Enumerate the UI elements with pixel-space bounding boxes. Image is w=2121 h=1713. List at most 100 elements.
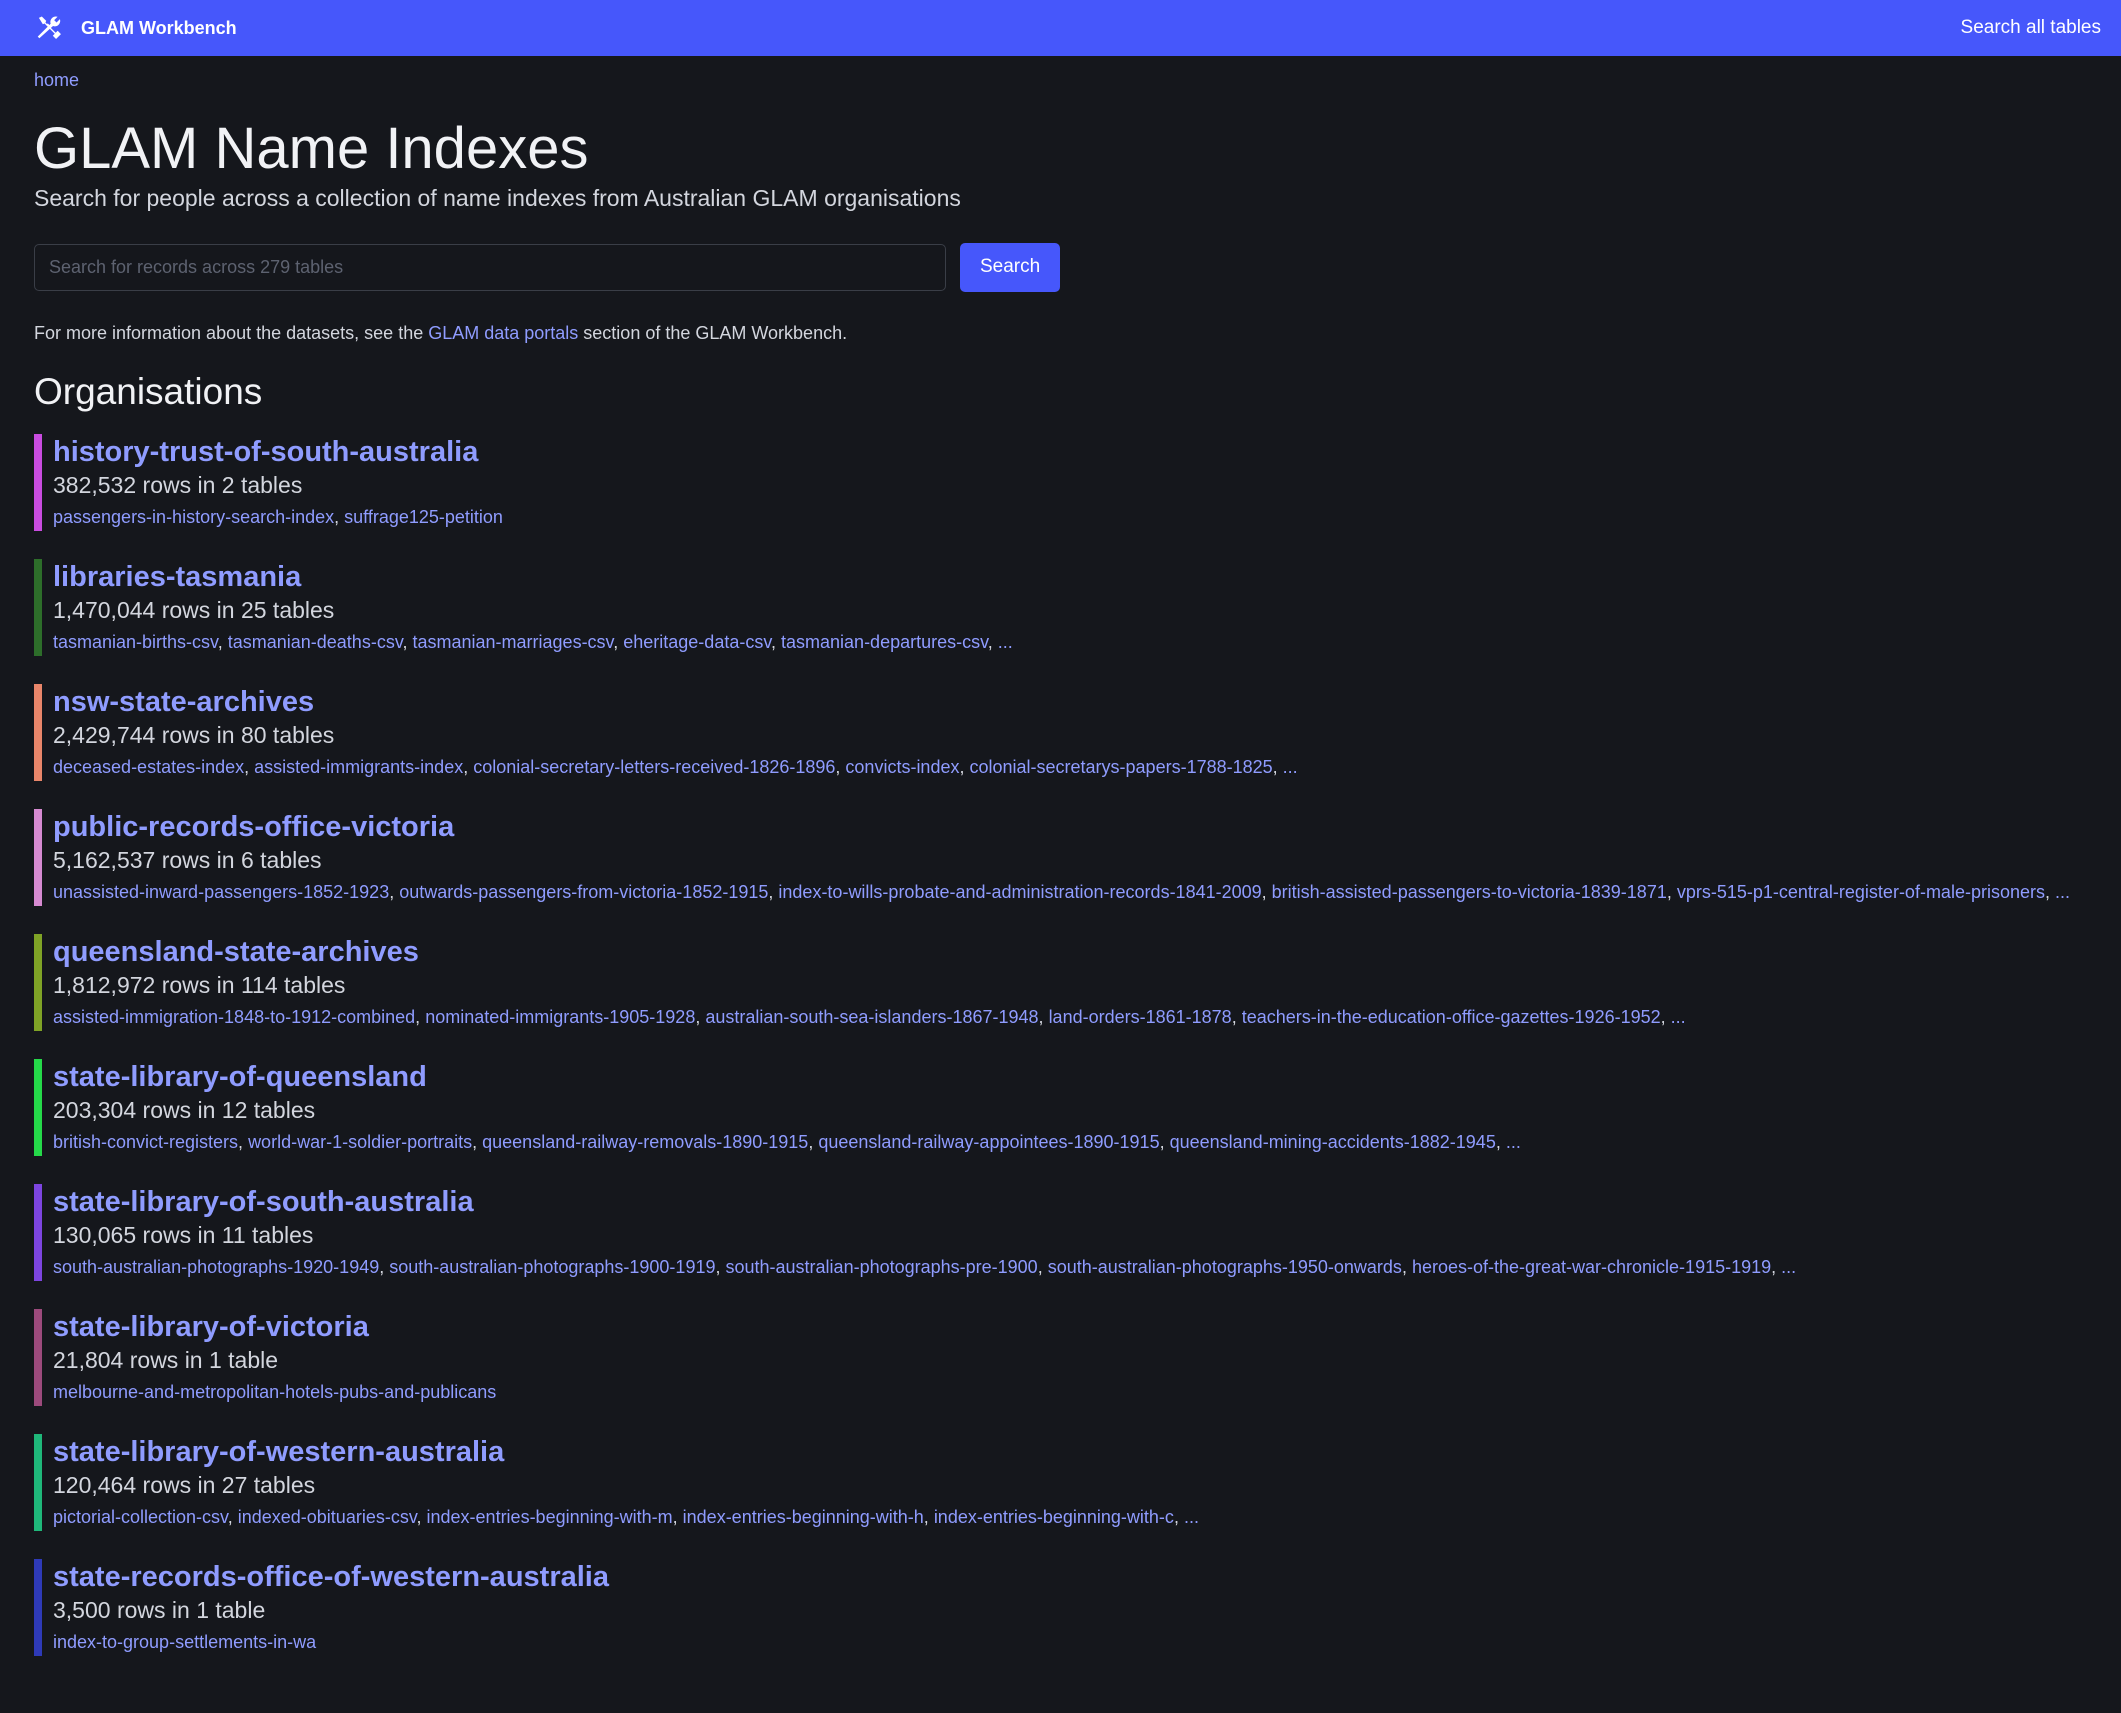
table-link[interactable]: british-assisted-passengers-to-victoria-… (1272, 882, 1667, 902)
organisation-row-count: 203,304 rows in 12 tables (53, 1096, 316, 1123)
more-tables-link[interactable]: ... (1283, 757, 1298, 777)
page-subtitle: Search for people across a collection of… (34, 184, 961, 211)
table-link[interactable]: index-to-wills-probate-and-administratio… (778, 882, 1261, 902)
organisation-row-count: 130,065 rows in 11 tables (53, 1221, 314, 1248)
table-link[interactable]: heroes-of-the-great-war-chronicle-1915-1… (1412, 1257, 1771, 1277)
table-link[interactable]: tasmanian-departures-csv (781, 632, 988, 652)
table-link[interactable]: index-entries-beginning-with-c (934, 1507, 1174, 1527)
table-link[interactable]: indexed-obituaries-csv (238, 1507, 417, 1527)
organisation-row-count: 2,429,744 rows in 80 tables (53, 721, 335, 748)
search-form: Search (34, 242, 2087, 292)
organisation-name-link[interactable]: nsw-state-archives (53, 684, 314, 720)
organisation-item: history-trust-of-south-australia 382,532 … (34, 433, 2087, 531)
table-link[interactable]: south-australian-photographs-1920-1949 (53, 1257, 379, 1277)
organisation-item: state-library-of-queensland 203,304 rows … (34, 1058, 2087, 1156)
table-link[interactable]: land-orders-1861-1878 (1049, 1007, 1232, 1027)
organisation-row-count: 21,804 rows in 1 table (53, 1346, 279, 1373)
table-link[interactable]: index-to-group-settlements-in-wa (53, 1632, 316, 1652)
table-link[interactable]: outwards-passengers-from-victoria-1852-1… (399, 882, 768, 902)
table-link[interactable]: south-australian-photographs-1950-onward… (1048, 1257, 1402, 1277)
table-link[interactable]: index-entries-beginning-with-h (683, 1507, 924, 1527)
table-link[interactable]: british-convict-registers (53, 1132, 238, 1152)
organisation-row-count: 3,500 rows in 1 table (53, 1596, 266, 1623)
organisation-table-links: deceased-estates-index, assisted-immigra… (53, 756, 1298, 777)
table-link[interactable]: south-australian-photographs-1900-1919 (389, 1257, 715, 1277)
table-link[interactable]: assisted-immigration-1848-to-1912-combin… (53, 1007, 415, 1027)
organisation-name-link[interactable]: state-library-of-south-australia (53, 1184, 474, 1220)
table-link[interactable]: australian-south-sea-islanders-1867-1948 (705, 1007, 1038, 1027)
organisation-name-link[interactable]: state-library-of-western-australia (53, 1434, 504, 1470)
organisation-table-links: assisted-immigration-1848-to-1912-combin… (53, 1006, 1686, 1027)
more-tables-link[interactable]: ... (1781, 1257, 1796, 1277)
organisation-table-links: melbourne-and-metropolitan-hotels-pubs-a… (53, 1378, 2087, 1406)
organisation-row-count: 1,812,972 rows in 114 tables (53, 971, 346, 998)
table-link[interactable]: teachers-in-the-education-office-gazette… (1242, 1007, 1661, 1027)
more-tables-link[interactable]: ... (1184, 1507, 1199, 1527)
organisation-item: state-records-office-of-western-australi… (34, 1558, 2087, 1656)
organisation-row-count: 120,464 rows in 27 tables (53, 1471, 316, 1498)
search-button[interactable]: Search (960, 242, 1061, 292)
organisation-item: libraries-tasmania 1,470,044 rows in 25 t… (34, 558, 2087, 656)
table-link[interactable]: convicts-index (845, 757, 959, 777)
info-text-before: For more information about the datasets,… (34, 322, 429, 343)
table-link[interactable]: pictorial-collection-csv (53, 1507, 228, 1527)
more-tables-link[interactable]: ... (998, 632, 1013, 652)
organisations-heading: Organisations (34, 370, 263, 412)
organisation-name-link[interactable]: history-trust-of-south-australia (53, 434, 478, 470)
organisation-row-count: 382,532 rows in 2 tables (53, 471, 303, 498)
table-link[interactable]: tasmanian-births-csv (53, 632, 218, 652)
table-link[interactable]: deceased-estates-index (53, 757, 244, 777)
table-link[interactable]: suffrage125-petition (344, 507, 503, 527)
table-link[interactable]: colonial-secretarys-papers-1788-1825 (969, 757, 1272, 777)
organisation-item: queensland-state-archives 1,812,972 rows … (34, 933, 2087, 1031)
organisation-table-links: passengers-in-history-search-index, suff… (53, 506, 503, 527)
organisation-name-link[interactable]: state-library-of-queensland (53, 1059, 427, 1095)
organisation-table-links: british-convict-registers, world-war-1-s… (53, 1131, 1521, 1152)
table-link[interactable]: south-australian-photographs-pre-1900 (726, 1257, 1038, 1277)
table-link[interactable]: tasmanian-deaths-csv (228, 632, 403, 652)
organisation-item: nsw-state-archives 2,429,744 rows in 80 t… (34, 683, 2087, 781)
table-link[interactable]: queensland-railway-appointees-1890-1915 (818, 1132, 1159, 1152)
table-link[interactable]: melbourne-and-metropolitan-hotels-pubs-a… (53, 1382, 496, 1402)
organisation-item: state-library-of-western-australia 120,46… (34, 1433, 2087, 1531)
table-link[interactable]: queensland-railway-removals-1890-1915 (482, 1132, 808, 1152)
table-link[interactable]: unassisted-inward-passengers-1852-1923 (53, 882, 389, 902)
table-link[interactable]: queensland-mining-accidents-1882-1945 (1170, 1132, 1496, 1152)
search-input[interactable] (34, 243, 946, 291)
organisation-name-link[interactable]: state-records-office-of-western-australi… (53, 1559, 609, 1595)
table-link[interactable]: colonial-secretary-letters-received-1826… (473, 757, 835, 777)
organisation-item: public-records-office-victoria 5,162,537 … (34, 808, 2087, 906)
organisations-list: history-trust-of-south-australia 382,532 … (34, 433, 2087, 1656)
brand-label: GLAM Workbench (81, 17, 237, 38)
organisation-name-link[interactable]: state-library-of-victoria (53, 1309, 369, 1345)
page-title: GLAM Name Indexes (34, 116, 589, 181)
table-link[interactable]: world-war-1-soldier-portraits (248, 1132, 472, 1152)
table-link[interactable]: passengers-in-history-search-index (53, 507, 334, 527)
tools-icon (33, 13, 63, 43)
table-link[interactable]: index-entries-beginning-with-m (427, 1507, 673, 1527)
organisation-table-links: index-to-group-settlements-in-wa (53, 1628, 2087, 1656)
glam-data-portals-link[interactable]: GLAM data portals (428, 323, 578, 343)
organisation-name-link[interactable]: queensland-state-archives (53, 934, 419, 970)
table-link[interactable]: tasmanian-marriages-csv (413, 632, 614, 652)
more-tables-link[interactable]: ... (1671, 1007, 1686, 1027)
search-all-tables-link[interactable]: Search all tables (1961, 17, 2101, 39)
organisation-table-links: tasmanian-births-csv, tasmanian-deaths-c… (53, 631, 1013, 652)
organisation-item: state-library-of-victoria 21,804 rows in … (34, 1308, 2087, 1406)
datasets-info: For more information about the datasets,… (34, 323, 2087, 344)
organisation-table-links: pictorial-collection-csv, indexed-obitua… (53, 1506, 1199, 1527)
more-tables-link[interactable]: ... (1506, 1132, 1521, 1152)
main-content: home GLAM Name Indexes Search for people… (0, 56, 2121, 1656)
table-link[interactable]: assisted-immigrants-index (254, 757, 463, 777)
breadcrumb-home[interactable]: home (34, 70, 79, 90)
table-link[interactable]: vprs-515-p1-central-register-of-male-pri… (1677, 882, 2045, 902)
organisation-table-links: south-australian-photographs-1920-1949, … (53, 1256, 1797, 1277)
brand-link[interactable]: GLAM Workbench (33, 13, 237, 43)
table-link[interactable]: eheritage-data-csv (623, 632, 771, 652)
organisation-name-link[interactable]: libraries-tasmania (53, 559, 301, 595)
organisation-name-link[interactable]: public-records-office-victoria (53, 809, 454, 845)
table-link[interactable]: nominated-immigrants-1905-1928 (425, 1007, 695, 1027)
info-text-after: section of the GLAM Workbench. (578, 322, 848, 343)
more-tables-link[interactable]: ... (2055, 882, 2070, 902)
organisation-table-links: unassisted-inward-passengers-1852-1923, … (53, 881, 2071, 902)
